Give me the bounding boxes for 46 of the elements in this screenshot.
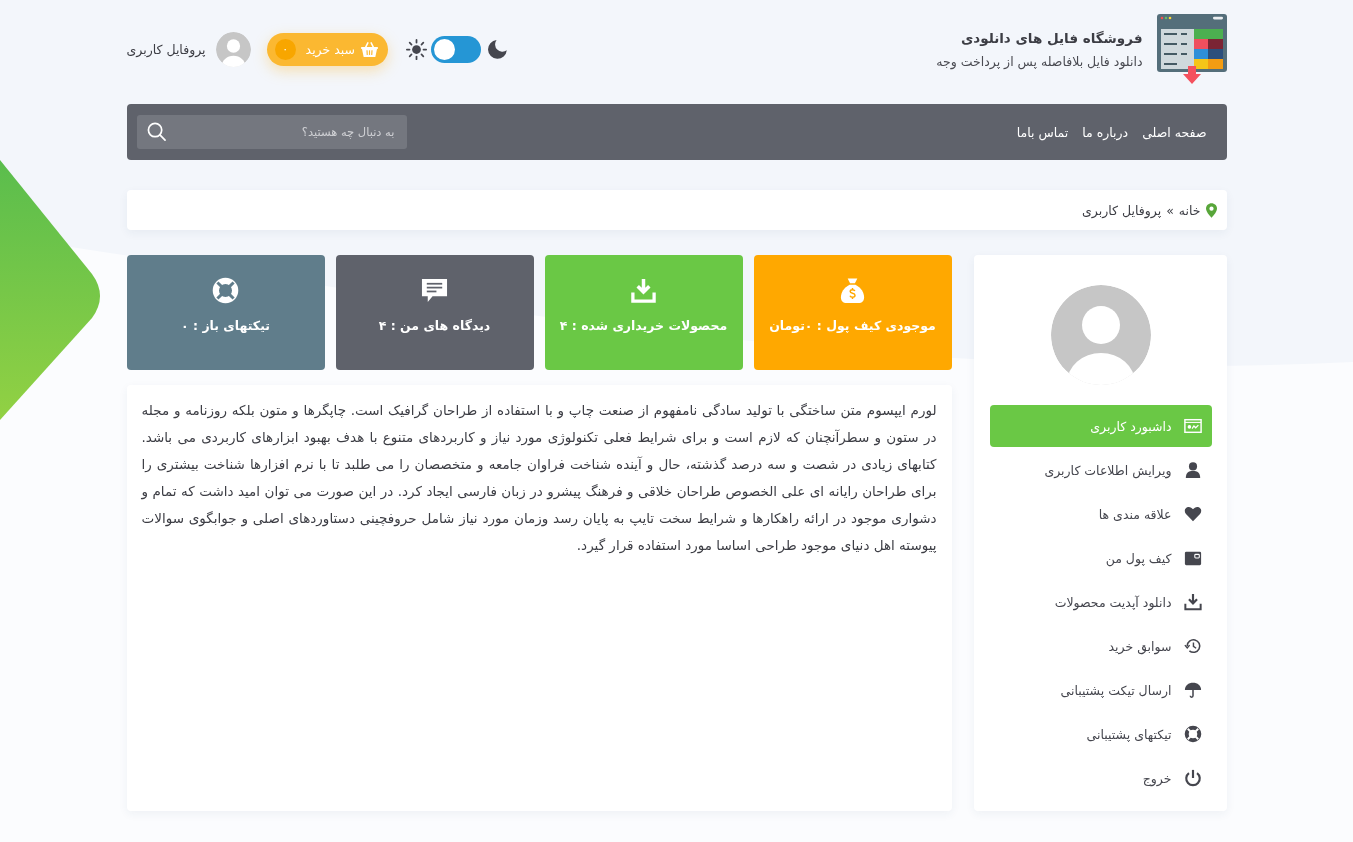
stat-label: دیدگاه های من : ۴ bbox=[378, 318, 491, 333]
basket-icon bbox=[361, 41, 379, 57]
download-icon bbox=[1183, 593, 1202, 611]
sidebar-menu-item[interactable]: خروج bbox=[989, 757, 1212, 799]
nav-link[interactable]: درباره ما bbox=[1082, 124, 1129, 140]
profile-link[interactable]: پروفایل کاربری bbox=[126, 41, 206, 57]
theme-toggle[interactable] bbox=[431, 35, 482, 63]
stat-label: موجودی کیف پول : ۰تومان bbox=[769, 318, 936, 333]
stat-label: محصولات خریداری شده : ۴ bbox=[559, 318, 728, 333]
sidebar-menu-item[interactable]: ارسال تیکت پشتیبانی bbox=[989, 669, 1212, 711]
moon-icon bbox=[488, 39, 508, 59]
umbrella-icon bbox=[1183, 681, 1202, 699]
sidebar-menu-item[interactable]: علاقه مندی ها bbox=[989, 493, 1212, 535]
dashboard-icon bbox=[1183, 417, 1202, 435]
chat-icon bbox=[421, 277, 448, 304]
logo-icon bbox=[1156, 14, 1227, 84]
site-tagline: دانلود فایل بلافاصله پس از پرداخت وجه bbox=[936, 53, 1143, 69]
breadcrumb-current: پروفایل کاربری bbox=[1082, 202, 1162, 218]
sun-icon bbox=[406, 38, 428, 60]
location-pin-icon bbox=[1205, 202, 1217, 218]
sidebar-menu-item[interactable]: ویرایش اطلاعات کاربری bbox=[989, 449, 1212, 491]
lifebuoy-icon bbox=[212, 277, 239, 304]
wallet-icon bbox=[1183, 549, 1202, 567]
breadcrumb-link[interactable]: خانه bbox=[1178, 202, 1201, 218]
cart-count-badge: ۰ bbox=[274, 38, 296, 60]
breadcrumb-separator: » bbox=[1166, 202, 1174, 218]
nav-link[interactable]: صفحه اصلی bbox=[1142, 124, 1207, 140]
lifebuoy-icon bbox=[1183, 725, 1202, 743]
power-icon bbox=[1183, 769, 1202, 787]
money-bag-icon bbox=[839, 277, 866, 304]
stat-label: تیکتهای باز : ۰ bbox=[181, 318, 270, 333]
sidebar-menu-item[interactable]: کیف پول من bbox=[989, 537, 1212, 579]
search-field[interactable]: به دنبال چه هستید؟ bbox=[136, 115, 407, 149]
search-icon[interactable] bbox=[146, 122, 166, 141]
sidebar-menu-item[interactable]: دانلود آپدیت محصولات bbox=[989, 581, 1212, 623]
history-icon bbox=[1183, 637, 1202, 655]
sidebar-menu-item[interactable]: سوابق خرید bbox=[989, 625, 1212, 667]
nav-link[interactable]: تماس باما bbox=[1016, 124, 1069, 140]
avatar-icon[interactable] bbox=[215, 31, 251, 67]
avatar-icon bbox=[1050, 285, 1151, 385]
user-icon bbox=[1183, 461, 1202, 479]
sidebar-menu-item[interactable]: تیکتهای پشتیبانی bbox=[989, 713, 1212, 755]
site-title: فروشگاه فایل های دانلودی bbox=[959, 29, 1143, 46]
download-icon bbox=[630, 277, 657, 304]
heart-icon bbox=[1183, 505, 1202, 523]
body-text: لورم ایپسوم متن ساختگی با تولید سادگی نامفهوم از صنعت چاپ و با استفاده از طراحان گرافیک است. چاپگرها و متون بلکه روزنامه و مجله در ستون و سطرآنچنان که لازم است و برای شرایط فعلی تکنولوژی مورد نیاز و کاربردهای متنوع با هدف بهبود ابزارهای کاربردی می باشد. کتابهای زیادی در شصت و سه درصد گذشته، حال و آینده شناخت فراوان جامعه و متخصصان را می طلبد تا با نرم افزارها شناخت بیشتری را برای طراحان رایانه ای علی الخصوص طراحان خلاقی و فرهنگ پیشرو در زبان فارسی ایجاد کرد. در این صورت می توان امید داشت که تمام و دشواری موجود در ارائه راهکارها و شرایط سخت تایپ به پایان رسد وزمان مورد نیاز شامل حروفچینی دستاوردهای اصلی و جوابگوی سوالات پیوسته اهل دنیای موجود طراحی اساسا مورد استفاده قرار گیرد. bbox=[141, 401, 937, 556]
